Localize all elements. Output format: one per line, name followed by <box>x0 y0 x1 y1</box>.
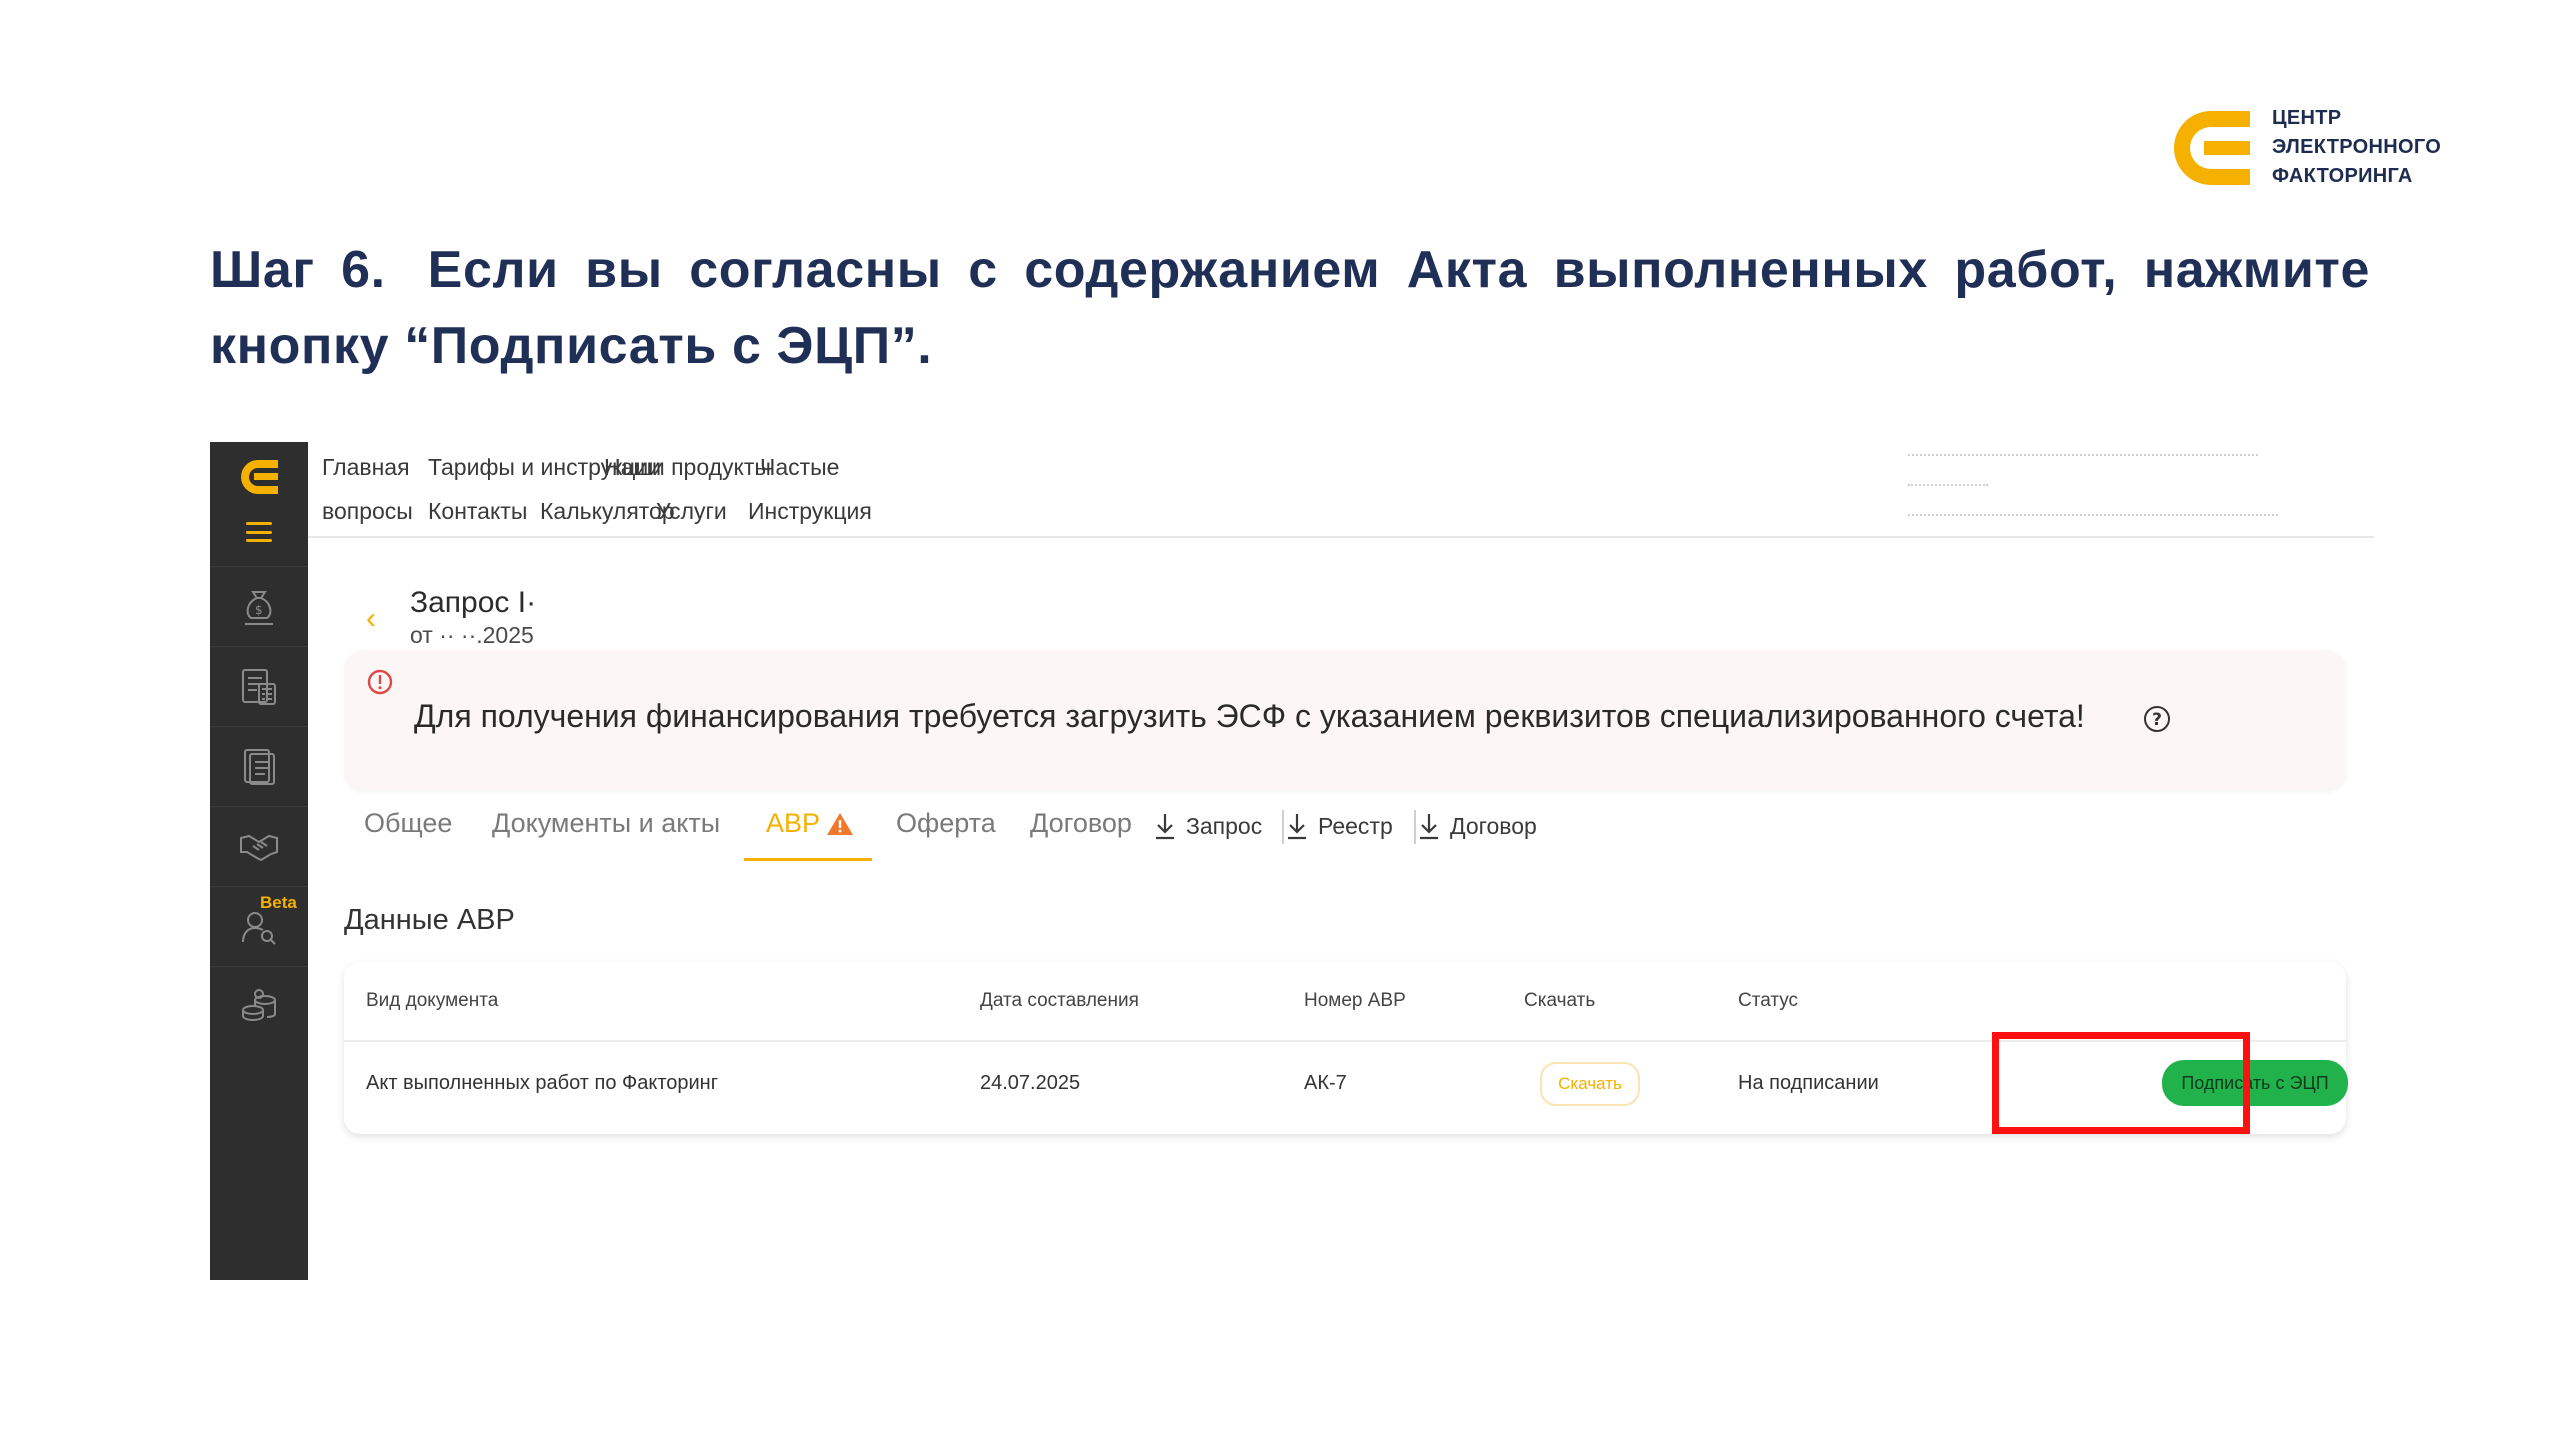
brand-line-1: ЦЕНТР <box>2272 107 2342 129</box>
cell-status: На подписании <box>1738 1072 1879 1094</box>
download-button[interactable]: Скачать <box>1540 1062 1640 1106</box>
section-title: Данные АВР <box>344 904 515 936</box>
menu-icon[interactable] <box>246 522 272 542</box>
alert-banner: Для получения финансирования требуется з… <box>344 650 2346 790</box>
tab-documents[interactable]: Документы и акты <box>492 808 720 839</box>
download-icon <box>1156 814 1174 840</box>
nav-home[interactable]: Главная <box>322 454 410 481</box>
money-bag-icon: $ <box>245 590 273 625</box>
cell-doc-type: Акт выполненных работ по Факторинг <box>366 1072 719 1094</box>
svg-text:?: ? <box>2152 710 2162 730</box>
brand-line-2: ЭЛЕКТРОННОГО <box>2272 136 2442 158</box>
help-circle-icon[interactable]: ? <box>2142 704 2172 734</box>
sidebar-item-calculator[interactable] <box>210 646 308 724</box>
redacted-user-info-2 <box>1908 484 1988 486</box>
back-chevron-icon[interactable]: ‹ <box>366 602 376 636</box>
column-header-doc-type: Вид документа <box>366 990 499 1011</box>
cell-number: АК-7 <box>1304 1072 1347 1094</box>
tab-avr-label: АВР <box>766 808 821 838</box>
sidebar-item-user-search[interactable]: Beta <box>210 886 308 964</box>
tab-offer[interactable]: Оферта <box>896 808 996 839</box>
download-request-link[interactable]: Запрос <box>1154 812 1262 840</box>
nav-instruction[interactable]: Инструкция <box>748 498 872 525</box>
nav-services[interactable]: Услуги <box>656 498 727 525</box>
cell-date: 24.07.2025 <box>980 1072 1081 1094</box>
calculator-doc-icon <box>242 668 276 705</box>
download-separator <box>1282 810 1284 844</box>
documents-icon <box>244 748 275 785</box>
step-instruction: Шаг 6. Если вы согласны с содержанием Акт… <box>210 232 2370 384</box>
step-text: Если вы согласны с содержанием Акта выпо… <box>210 241 2370 375</box>
download-contract-link[interactable]: Договор <box>1418 812 1537 840</box>
download-registry-label: Реестр <box>1318 812 1393 839</box>
download-request-label: Запрос <box>1186 812 1263 839</box>
column-header-number: Номер АВР <box>1304 990 1406 1011</box>
redacted-user-info-3 <box>1908 514 2278 516</box>
sidebar-item-partners[interactable] <box>210 806 308 884</box>
sidebar-item-documents[interactable] <box>210 726 308 804</box>
nav-faq[interactable]: Частые <box>760 454 839 481</box>
sidebar: $ Beta <box>210 442 308 1280</box>
app-screenshot: $ Beta Главная Тарифы и инструкции Наши … <box>210 442 2374 1280</box>
request-title: Запрос I· <box>410 586 537 619</box>
nav-products[interactable]: Наши продукты <box>604 454 771 481</box>
step-number: Шаг 6. <box>210 241 386 299</box>
tab-avr[interactable]: АВР <box>766 808 854 839</box>
top-navigation: Главная Тарифы и инструкции Наши продукт… <box>308 442 2374 538</box>
download-registry-link[interactable]: Реестр <box>1286 812 1393 840</box>
svg-text:$: $ <box>255 603 263 617</box>
brand-name: ЦЕНТР ЭЛЕКТРОННОГО ФАКТОРИНГА <box>2272 104 2441 191</box>
download-separator <box>1414 810 1416 844</box>
cef-logo-icon <box>2174 110 2250 185</box>
sidebar-item-money-bag[interactable]: $ <box>210 566 308 644</box>
table-header: Вид документа Дата составления Номер АВР… <box>344 962 2346 1042</box>
coins-icon <box>242 988 276 1021</box>
nav-contacts[interactable]: Контакты <box>428 498 527 525</box>
handshake-icon <box>240 834 278 861</box>
brand-logo: ЦЕНТР ЭЛЕКТРОННОГО ФАКТОРИНГА <box>2170 104 2441 191</box>
brand-line-3: ФАКТОРИНГА <box>2272 165 2413 187</box>
active-tab-indicator <box>744 858 872 861</box>
tab-general[interactable]: Общее <box>364 808 452 839</box>
download-icon <box>1288 814 1306 840</box>
tab-contract[interactable]: Договор <box>1030 808 1132 839</box>
column-header-download: Скачать <box>1524 990 1596 1011</box>
nav-calculator[interactable]: Калькулятор <box>540 498 675 525</box>
beta-badge: Beta <box>260 893 297 912</box>
request-date: от ·· ··.2025 <box>410 622 534 648</box>
download-icon <box>1420 814 1438 840</box>
avr-table: Вид документа Дата составления Номер АВР… <box>344 962 2348 1134</box>
nav-faq-line2[interactable]: вопросы <box>322 498 413 525</box>
alert-text: Для получения финансирования требуется з… <box>414 698 2085 734</box>
alert-circle-icon <box>367 669 393 695</box>
redacted-user-info <box>1908 454 2258 456</box>
logo-icon[interactable] <box>238 458 280 496</box>
sidebar-item-finance[interactable] <box>210 966 308 1044</box>
warning-triangle-icon <box>827 812 854 835</box>
sign-with-eds-button[interactable]: Подписать с ЭЦП <box>2162 1060 2348 1106</box>
download-contract-label: Договор <box>1450 812 1537 839</box>
column-header-date: Дата составления <box>980 990 1139 1011</box>
column-header-status: Статус <box>1738 990 1799 1011</box>
